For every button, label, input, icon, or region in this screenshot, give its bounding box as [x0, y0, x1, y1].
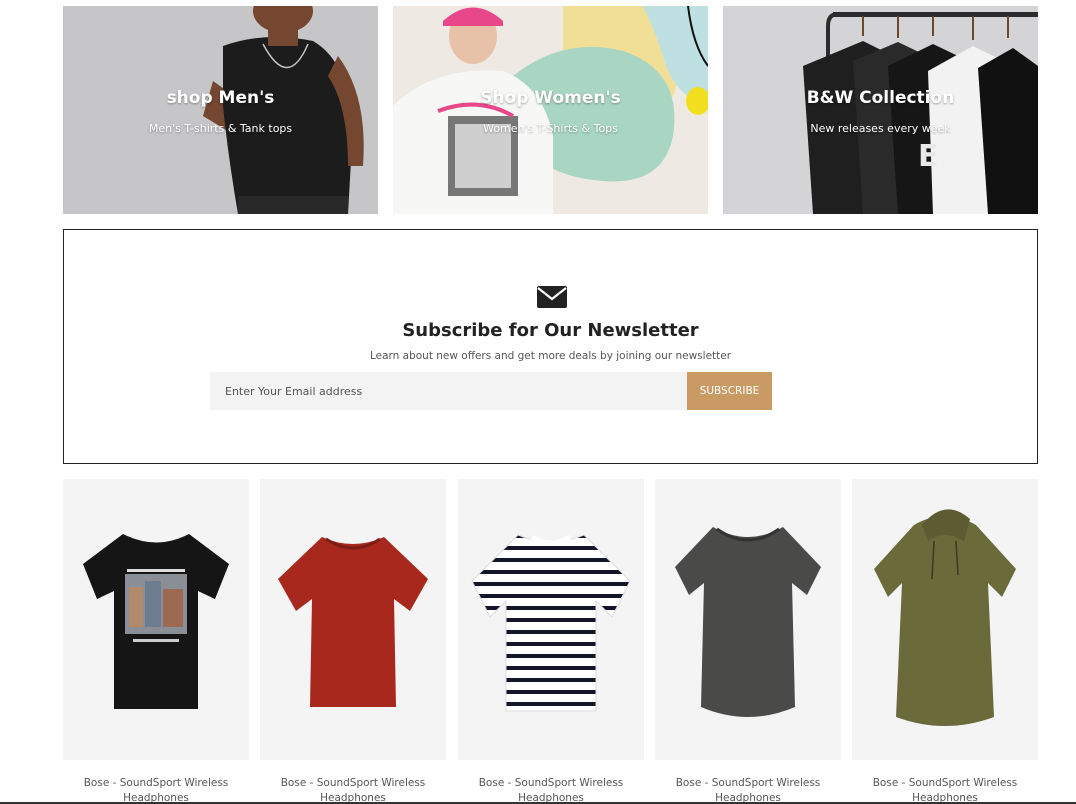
product-card[interactable]: Bose - SoundSport Wireless Headphones — [655, 479, 841, 804]
grey-scoop-tshirt-image — [675, 527, 821, 717]
red-tshirt-image — [278, 537, 428, 707]
banner-subtitle: Men's T-shirts & Tank tops — [148, 122, 293, 135]
page: shop Men's Men's T-shirts & Tank tops Sh… — [0, 0, 1076, 804]
product-name: Bose - SoundSport Wireless Headphones — [83, 777, 229, 804]
product-card[interactable]: Bose - SoundSport Wireless Headphones — [63, 479, 249, 804]
product-name: Bose - SoundSport Wireless Headphones — [478, 777, 624, 804]
clothing-rack-image: E — [723, 6, 1038, 214]
product-image[interactable] — [655, 479, 841, 760]
envelope-icon — [537, 286, 567, 308]
banner-bw-collection[interactable]: E B&W Collection New releases every week — [723, 6, 1038, 214]
product-card[interactable]: Bose - SoundSport Wireless Headphones — [260, 479, 446, 804]
black-graphic-tshirt-image — [83, 534, 229, 709]
banner-shop-mens[interactable]: shop Men's Men's T-shirts & Tank tops — [63, 6, 378, 214]
product-image[interactable] — [852, 479, 1038, 760]
mens-model-image — [63, 6, 378, 214]
banner-shop-womens[interactable]: Shop Women's Women's T-Shirts & Tops — [393, 6, 708, 214]
olive-hooded-tshirt-image — [874, 509, 1016, 726]
category-banners: shop Men's Men's T-shirts & Tank tops Sh… — [63, 6, 1038, 214]
newsletter-title: Subscribe for Our Newsletter — [402, 320, 699, 341]
banner-subtitle: Women's T-Shirts & Tops — [483, 122, 618, 135]
newsletter-form: SUBSCRIBE — [210, 372, 772, 410]
product-image[interactable] — [458, 479, 644, 760]
banner-title: B&W Collection — [806, 88, 955, 108]
product-image[interactable] — [63, 479, 249, 760]
product-name: Bose - SoundSport Wireless Headphones — [675, 777, 821, 804]
banner-subtitle: New releases every week — [810, 122, 951, 135]
striped-tshirt-image — [471, 534, 631, 712]
product-card[interactable]: Bose - SoundSport Wireless Headphones — [458, 479, 644, 804]
newsletter-section: Subscribe for Our Newsletter Learn about… — [63, 229, 1038, 464]
product-image[interactable] — [260, 479, 446, 760]
product-name: Bose - SoundSport Wireless Headphones — [872, 777, 1018, 804]
product-card[interactable]: Bose - SoundSport Wireless Headphones — [852, 479, 1038, 804]
banner-title: shop Men's — [166, 88, 275, 108]
product-name: Bose - SoundSport Wireless Headphones — [280, 777, 426, 804]
product-grid: Bose - SoundSport Wireless Headphones Bo… — [63, 479, 1038, 804]
newsletter-subtitle: Learn about new offers and get more deal… — [369, 350, 732, 362]
banner-title: Shop Women's — [480, 88, 621, 108]
subscribe-button[interactable]: SUBSCRIBE — [687, 372, 772, 410]
email-input[interactable] — [210, 372, 687, 410]
womens-model-image — [393, 6, 708, 214]
svg-text:E: E — [918, 139, 939, 174]
